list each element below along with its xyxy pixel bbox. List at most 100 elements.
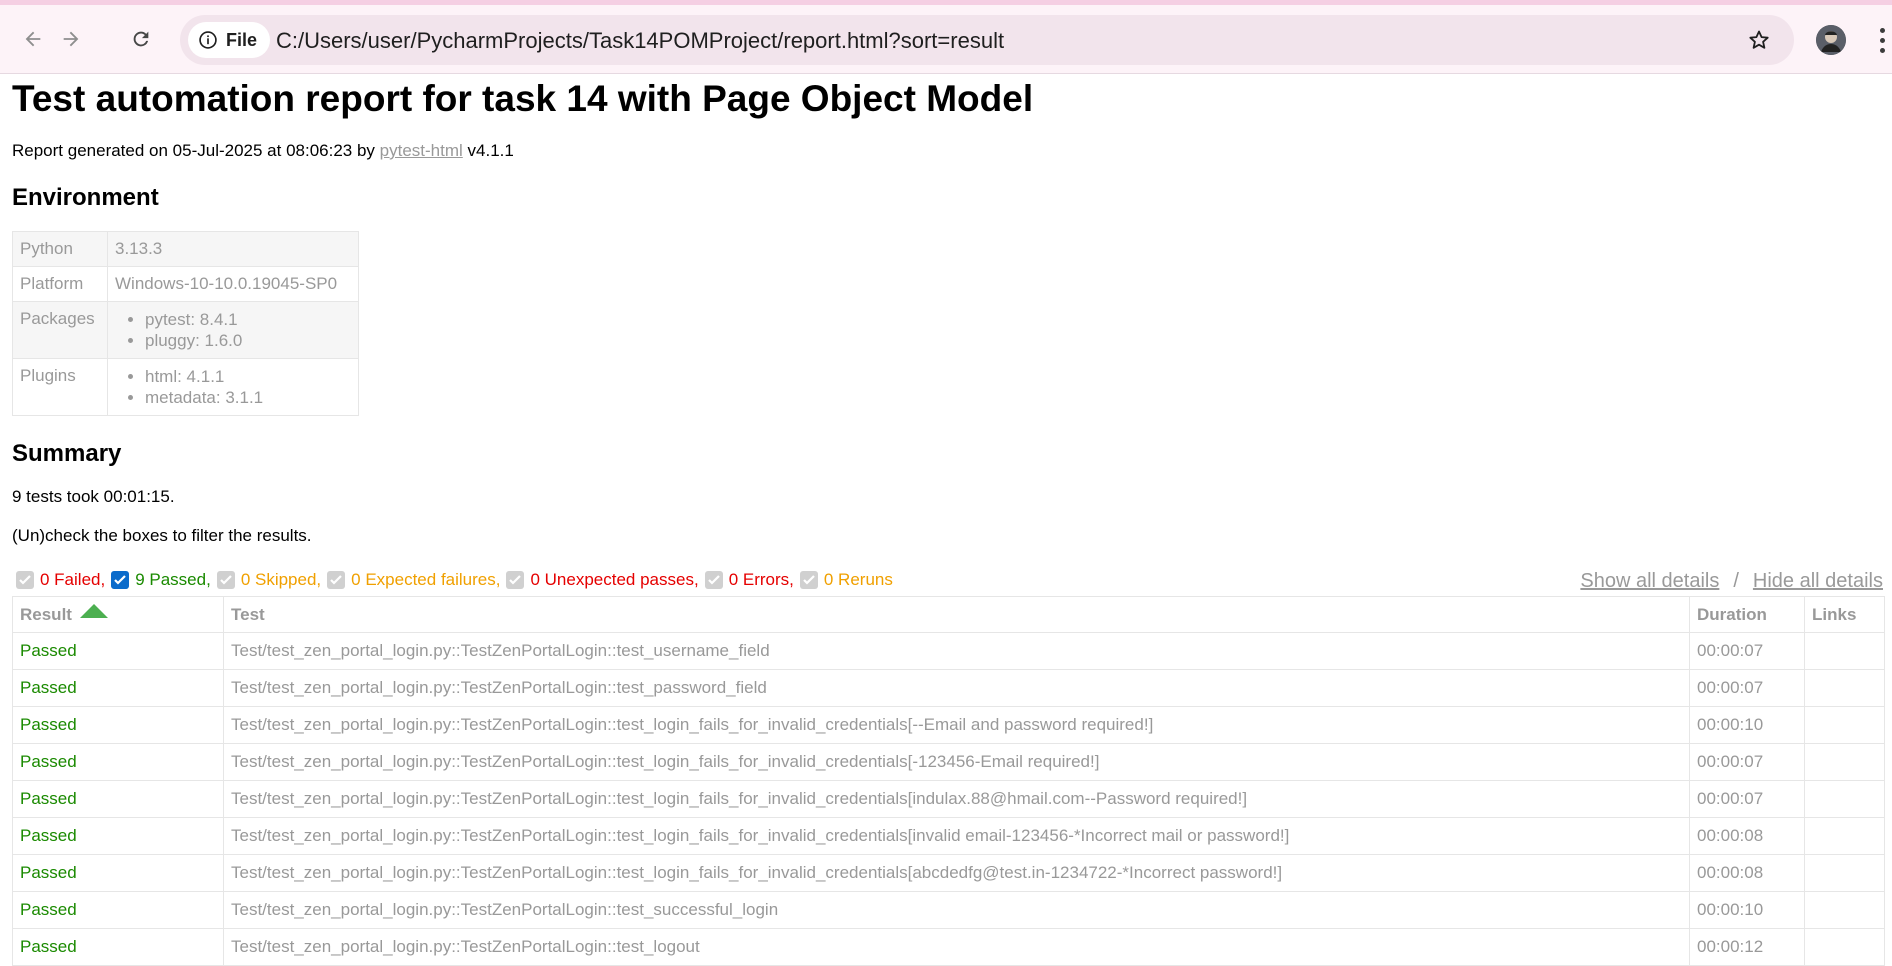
env-value: pytest: 8.4.1 pluggy: 1.6.0 bbox=[107, 301, 359, 359]
list-item: pluggy: 1.6.0 bbox=[145, 330, 351, 351]
column-header-test[interactable]: Test bbox=[223, 596, 1690, 633]
filter-xpassed[interactable]: 0 Unexpected passes, bbox=[506, 570, 699, 590]
sort-ascending-icon bbox=[79, 604, 108, 618]
forward-button[interactable] bbox=[56, 24, 86, 54]
show-all-details-link[interactable]: Show all details bbox=[1580, 570, 1719, 592]
test-cell: Test/test_zen_portal_login.py::TestZenPo… bbox=[223, 632, 1690, 670]
kebab-menu-icon[interactable] bbox=[1876, 25, 1888, 55]
packages-list: pytest: 8.4.1 pluggy: 1.6.0 bbox=[115, 309, 351, 351]
reload-button[interactable] bbox=[126, 24, 156, 54]
filter-failed[interactable]: 0 Failed, bbox=[16, 570, 105, 590]
table-row[interactable]: Passed Test/test_zen_portal_login.py::Te… bbox=[12, 891, 1885, 929]
list-item: metadata: 3.1.1 bbox=[145, 387, 351, 408]
filter-xpassed-label: 0 Unexpected passes, bbox=[530, 570, 699, 589]
duration-cell: 00:00:10 bbox=[1689, 706, 1805, 744]
table-row[interactable]: Passed Test/test_zen_portal_login.py::Te… bbox=[12, 669, 1885, 707]
env-value: html: 4.1.1 metadata: 3.1.1 bbox=[107, 358, 359, 416]
filter-errors[interactable]: 0 Errors, bbox=[704, 570, 794, 590]
env-row: Packages pytest: 8.4.1 pluggy: 1.6.0 bbox=[12, 301, 359, 359]
check-icon bbox=[19, 575, 31, 585]
env-value: 3.13.3 bbox=[107, 231, 359, 267]
checkbox-xpassed[interactable] bbox=[506, 571, 525, 589]
profile-avatar[interactable] bbox=[1816, 25, 1846, 55]
result-cell: Passed bbox=[12, 780, 224, 818]
generated-prefix: Report generated on 05-Jul-2025 at 08:06… bbox=[12, 141, 380, 160]
filter-failed-label: 0 Failed, bbox=[40, 570, 106, 589]
back-button[interactable] bbox=[18, 24, 48, 54]
filter-reruns[interactable]: 0 Reruns bbox=[799, 570, 893, 590]
arrow-left-icon bbox=[25, 31, 41, 47]
check-icon bbox=[509, 575, 522, 585]
checkbox-skipped[interactable] bbox=[216, 571, 235, 589]
hide-all-details-link[interactable]: Hide all details bbox=[1753, 570, 1883, 592]
links-cell bbox=[1804, 669, 1885, 707]
checkbox-failed[interactable] bbox=[16, 571, 34, 589]
table-row[interactable]: Passed Test/test_zen_portal_login.py::Te… bbox=[12, 817, 1885, 855]
result-filters: 0 Failed, 9 Passed, 0 Skipped, 0 Expecte… bbox=[16, 570, 899, 590]
result-cell: Passed bbox=[12, 891, 224, 929]
star-icon bbox=[1749, 30, 1769, 49]
table-row[interactable]: Passed Test/test_zen_portal_login.py::Te… bbox=[12, 632, 1885, 670]
tab-strip-edge bbox=[0, 0, 1892, 5]
url-text[interactable]: C:/Users/user/PycharmProjects/Task14POMP… bbox=[276, 28, 1004, 54]
links-cell bbox=[1804, 780, 1885, 818]
page-title: Test automation report for task 14 with … bbox=[12, 78, 1034, 119]
column-header-result-label: Result bbox=[20, 605, 72, 624]
filter-xfailed[interactable]: 0 Expected failures, bbox=[327, 570, 500, 590]
filter-errors-label: 0 Errors, bbox=[728, 570, 794, 589]
arrow-right-icon bbox=[63, 31, 79, 47]
table-row[interactable]: Passed Test/test_zen_portal_login.py::Te… bbox=[12, 743, 1885, 781]
details-toggle-links: Show all details / Hide all details bbox=[1580, 570, 1883, 593]
test-cell: Test/test_zen_portal_login.py::TestZenPo… bbox=[223, 928, 1690, 966]
filter-passed-label: 9 Passed, bbox=[135, 570, 211, 589]
result-cell: Passed bbox=[12, 854, 224, 892]
test-cell: Test/test_zen_portal_login.py::TestZenPo… bbox=[223, 743, 1690, 781]
table-row[interactable]: Passed Test/test_zen_portal_login.py::Te… bbox=[12, 854, 1885, 892]
checkbox-reruns[interactable] bbox=[799, 571, 818, 589]
browser-toolbar: File C:/Users/user/PycharmProjects/Task1… bbox=[0, 0, 1892, 74]
bookmark-button[interactable] bbox=[1744, 25, 1774, 55]
summary-duration: 9 tests took 00:01:15. bbox=[12, 487, 175, 506]
test-cell: Test/test_zen_portal_login.py::TestZenPo… bbox=[223, 854, 1690, 892]
filter-skipped[interactable]: 0 Skipped, bbox=[216, 570, 321, 590]
result-cell: Passed bbox=[12, 928, 224, 966]
list-item: html: 4.1.1 bbox=[145, 366, 351, 387]
links-cell bbox=[1804, 928, 1885, 966]
links-cell bbox=[1804, 632, 1885, 670]
env-key: Python bbox=[12, 231, 108, 267]
duration-cell: 00:00:10 bbox=[1689, 891, 1805, 929]
check-icon bbox=[114, 575, 126, 585]
results-table: Result Test Duration Links Passed Test/t… bbox=[12, 596, 1885, 966]
filter-reruns-label: 0 Reruns bbox=[823, 570, 893, 589]
duration-cell: 00:00:08 bbox=[1689, 817, 1805, 855]
result-cell: Passed bbox=[12, 743, 224, 781]
filter-passed[interactable]: 9 Passed, bbox=[111, 570, 211, 590]
filter-hint: (Un)check the boxes to filter the result… bbox=[12, 526, 312, 545]
table-row[interactable]: Passed Test/test_zen_portal_login.py::Te… bbox=[12, 706, 1885, 744]
results-header-row: Result Test Duration Links bbox=[12, 596, 1885, 633]
check-icon bbox=[803, 575, 815, 585]
result-cell: Passed bbox=[12, 817, 224, 855]
check-icon bbox=[707, 575, 720, 585]
table-row[interactable]: Passed Test/test_zen_portal_login.py::Te… bbox=[12, 928, 1885, 966]
environment-table: Python 3.13.3 Platform Windows-10-10.0.1… bbox=[12, 231, 359, 416]
result-cell: Passed bbox=[12, 632, 224, 670]
report-generated-line: Report generated on 05-Jul-2025 at 08:06… bbox=[12, 141, 514, 161]
table-row[interactable]: Passed Test/test_zen_portal_login.py::Te… bbox=[12, 780, 1885, 818]
links-cell bbox=[1804, 743, 1885, 781]
column-header-result[interactable]: Result bbox=[12, 596, 224, 633]
checkbox-passed[interactable] bbox=[111, 571, 130, 589]
info-icon bbox=[199, 31, 217, 49]
plugins-list: html: 4.1.1 metadata: 3.1.1 bbox=[115, 366, 351, 408]
pytest-html-link[interactable]: pytest-html bbox=[380, 141, 463, 160]
filter-xfailed-label: 0 Expected failures, bbox=[351, 570, 501, 589]
site-info-chip[interactable]: File bbox=[188, 22, 270, 58]
checkbox-errors[interactable] bbox=[704, 571, 723, 589]
address-bar[interactable]: File C:/Users/user/PycharmProjects/Task1… bbox=[180, 15, 1794, 65]
checkbox-xfailed[interactable] bbox=[327, 571, 346, 589]
details-separator: / bbox=[1733, 570, 1739, 592]
summary-heading: Summary bbox=[12, 440, 122, 467]
duration-cell: 00:00:08 bbox=[1689, 854, 1805, 892]
column-header-duration[interactable]: Duration bbox=[1689, 596, 1805, 633]
links-cell bbox=[1804, 891, 1885, 929]
